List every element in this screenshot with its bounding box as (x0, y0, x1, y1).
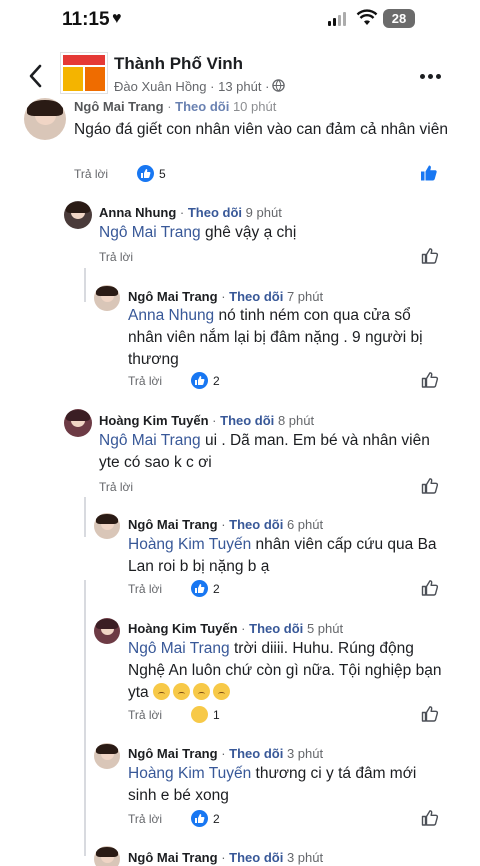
post-author[interactable]: Đào Xuân Hồng (114, 79, 207, 94)
like-button-icon[interactable] (421, 809, 439, 827)
reply-link[interactable]: Trả lời (128, 582, 162, 596)
commenter-name[interactable]: Hoàng Kim Tuyến (99, 413, 209, 428)
reply-link[interactable]: Trả lời (99, 480, 133, 494)
crying-face-emoji (213, 683, 230, 700)
comment-header: Ngô Mai Trang · Theo dõi 10 phút (74, 99, 277, 114)
comment-header: Ngô Mai Trang · Theo dõi 7 phút (128, 289, 324, 304)
comment-text: Ngô Mai Trang ghê vậy ạ chị (99, 224, 297, 241)
follow-link[interactable]: Theo dõi (229, 850, 283, 865)
reaction-count[interactable]: 2 (191, 580, 220, 597)
comment-time: 8 phút (277, 413, 315, 428)
wifi-icon (356, 9, 378, 25)
post-time: 13 phút (218, 79, 262, 94)
status-time: 11:15 (62, 9, 110, 30)
more-options-icon[interactable] (420, 74, 442, 80)
crying-face-emoji (193, 683, 210, 700)
globe-icon (272, 79, 285, 92)
comment-header: Hoàng Kim Tuyến · Theo dõi 5 phút (128, 621, 344, 636)
commenter-avatar[interactable] (64, 201, 92, 229)
reply-link[interactable]: Trả lời (128, 812, 162, 826)
like-button-icon[interactable] (421, 247, 439, 265)
thread-line (84, 497, 86, 537)
commenter-name[interactable]: Ngô Mai Trang (128, 746, 218, 761)
sad-reaction-icon (191, 706, 208, 723)
commenter-name[interactable]: Anna Nhung (99, 205, 176, 220)
reply-link[interactable]: Trả lời (128, 708, 162, 722)
like-button-icon[interactable] (421, 371, 439, 389)
comment-time: 6 phút (286, 517, 324, 532)
comment-header: Hoàng Kim Tuyến · Theo dõi 8 phút (99, 413, 315, 428)
comment-header: Ngô Mai Trang · Theo dõi 3 phút (128, 850, 324, 865)
mention-link[interactable]: Hoàng Kim Tuyến (128, 536, 251, 553)
commenter-name[interactable]: Ngô Mai Trang (74, 99, 164, 114)
battery-indicator: 28 (383, 9, 415, 28)
reaction-count[interactable]: 2 (191, 810, 220, 827)
like-button-icon[interactable] (421, 579, 439, 597)
follow-link[interactable]: Theo dõi (188, 205, 242, 220)
commenter-name[interactable]: Ngô Mai Trang (128, 517, 218, 532)
comment-text: Hoàng Kim Tuyến nhân viên cấp cứu qua Ba… (128, 536, 437, 575)
reply-link[interactable]: Trả lời (74, 167, 108, 181)
commenter-name[interactable]: Hoàng Kim Tuyến (128, 621, 238, 636)
heart-icon: ♥ (112, 10, 122, 27)
group-thumbnail[interactable] (60, 52, 108, 94)
signal-icon (328, 12, 350, 26)
post-meta: Đào Xuân Hồng · 13 phút · (114, 79, 270, 94)
follow-link[interactable]: Theo dõi (229, 289, 283, 304)
comment-time: 7 phút (286, 289, 324, 304)
comment-time: 9 phút (245, 205, 282, 220)
follow-link[interactable]: Theo dõi (175, 99, 229, 114)
group-name[interactable]: Thành Phố Vinh (114, 54, 243, 74)
thread-line (84, 268, 86, 302)
comment-header: Anna Nhung · Theo dõi 9 phút (99, 205, 282, 220)
reaction-count[interactable]: 5 (137, 165, 166, 182)
reaction-count[interactable]: 2 (191, 372, 220, 389)
comment-text: Ngô Mai Trang trời diiii. Huhu. Rúng độn… (128, 640, 442, 701)
status-bar: 11:15 ♥ 28 (0, 0, 480, 38)
reply-link[interactable]: Trả lời (99, 250, 133, 264)
comment-header: Ngô Mai Trang · Theo dõi 3 phút (128, 746, 324, 761)
mention-link[interactable]: Anna Nhung (128, 307, 214, 324)
commenter-avatar[interactable] (94, 618, 120, 644)
follow-link[interactable]: Theo dõi (229, 517, 283, 532)
commenter-avatar[interactable] (94, 846, 120, 866)
like-reaction-icon (137, 165, 154, 182)
reply-link[interactable]: Trả lời (128, 374, 162, 388)
follow-link[interactable]: Theo dõi (249, 621, 303, 636)
commenter-avatar[interactable] (94, 285, 120, 311)
commenter-name[interactable]: Ngô Mai Trang (128, 289, 218, 304)
comment-text: Hoàng Kim Tuyến thương ci y tá đâm mới s… (128, 765, 417, 804)
commenter-avatar[interactable] (64, 409, 92, 437)
like-reaction-icon (191, 810, 208, 827)
comment-time: 3 phút (286, 746, 324, 761)
mention-link[interactable]: Ngô Mai Trang (128, 640, 230, 657)
comment-time: 3 phút (286, 850, 324, 865)
commenter-avatar[interactable] (94, 513, 120, 539)
comment-time: 10 phút (232, 99, 277, 114)
mention-link[interactable]: Ngô Mai Trang (99, 224, 201, 241)
commenter-avatar[interactable] (94, 743, 120, 769)
comment-text: Anna Nhung nó tinh ném con qua cửa sổ nh… (128, 307, 423, 368)
follow-link[interactable]: Theo dõi (220, 413, 274, 428)
reaction-count[interactable]: 1 (191, 706, 220, 723)
like-reaction-icon (191, 580, 208, 597)
crying-face-emoji (173, 683, 190, 700)
like-reaction-icon (191, 372, 208, 389)
comment-text: Ngáo đá giết con nhân viên vào can đảm c… (74, 121, 448, 138)
crying-face-emoji (153, 683, 170, 700)
comment-header: Ngô Mai Trang · Theo dõi 6 phút (128, 517, 324, 532)
thread-line (84, 580, 86, 856)
commenter-name[interactable]: Ngô Mai Trang (128, 850, 218, 865)
mention-link[interactable]: Ngô Mai Trang (99, 432, 201, 449)
like-button-icon[interactable] (421, 705, 439, 723)
back-icon[interactable] (26, 62, 46, 90)
like-button-icon[interactable] (421, 477, 439, 495)
group-header: Thành Phố Vinh Đào Xuân Hồng · 13 phút · (0, 44, 480, 106)
mention-link[interactable]: Hoàng Kim Tuyến (128, 765, 251, 782)
commenter-avatar[interactable] (24, 98, 66, 140)
comment-text: Ngô Mai Trang ui . Dã man. Em bé và nhân… (99, 432, 430, 471)
follow-link[interactable]: Theo dõi (229, 746, 283, 761)
comment-time: 5 phút (306, 621, 344, 636)
like-button-icon[interactable] (420, 164, 438, 182)
